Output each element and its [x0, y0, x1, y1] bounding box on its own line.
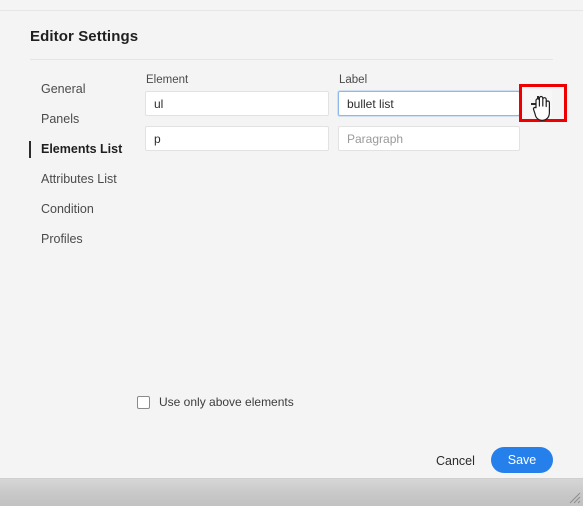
sidebar-item-label: Attributes List [41, 172, 117, 186]
sidebar-item-profiles[interactable]: Profiles [28, 224, 138, 254]
save-button[interactable]: Save [491, 447, 553, 473]
editor-settings-dialog: Editor Settings General Panels Elements … [0, 0, 583, 506]
element-input-row-1[interactable] [145, 91, 329, 116]
sidebar-item-condition[interactable]: Condition [28, 194, 138, 224]
label-input-row-2[interactable] [338, 126, 520, 151]
sidebar-item-panels[interactable]: Panels [28, 104, 138, 134]
sidebar-item-label: Panels [41, 112, 80, 126]
use-only-above-elements-option[interactable]: Use only above elements [137, 395, 294, 409]
plus-icon [524, 90, 552, 118]
column-header-label: Label [339, 74, 368, 86]
sidebar-item-general[interactable]: General [28, 74, 138, 104]
sidebar-item-label: General [41, 82, 86, 96]
add-element-button[interactable] [524, 90, 552, 118]
column-header-element: Element [146, 74, 189, 86]
column-headers: Element Label [145, 74, 520, 91]
sidebar-item-label: Condition [41, 202, 94, 216]
element-input-row-2[interactable] [145, 126, 329, 151]
use-only-above-elements-label: Use only above elements [159, 395, 294, 409]
element-row [145, 90, 552, 123]
resize-grip-icon[interactable] [567, 490, 581, 504]
sidebar-item-elements-list[interactable]: Elements List [28, 134, 138, 164]
sidebar-item-label: Profiles [41, 232, 83, 246]
window-footer-bar [0, 478, 583, 506]
settings-sidebar: General Panels Elements List Attributes … [28, 74, 138, 254]
elements-list-panel: Element Label [145, 74, 552, 161]
cancel-button[interactable]: Cancel [430, 450, 481, 472]
use-only-above-elements-checkbox[interactable] [137, 395, 150, 409]
sidebar-item-label: Elements List [41, 142, 123, 156]
sidebar-item-attributes-list[interactable]: Attributes List [28, 164, 138, 194]
label-input-row-1[interactable] [338, 91, 520, 116]
title-divider [30, 59, 553, 60]
top-divider [0, 10, 583, 11]
element-row [145, 126, 520, 158]
page-title: Editor Settings [30, 28, 139, 45]
